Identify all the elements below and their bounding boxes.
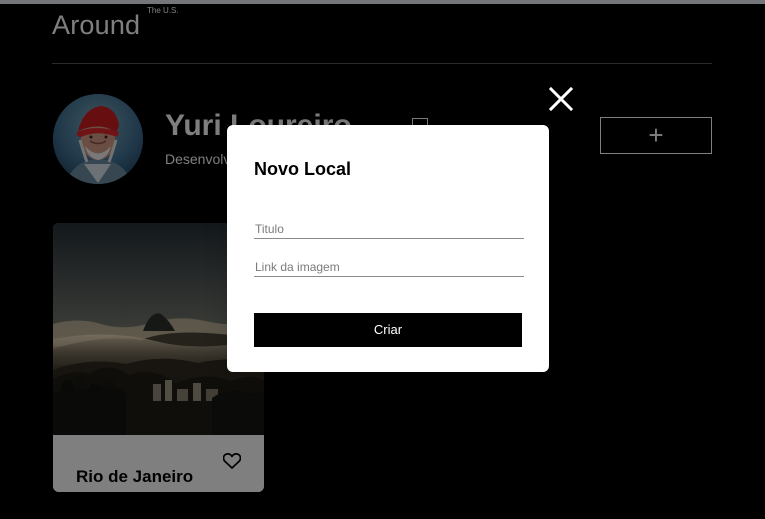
new-place-popup: Novo Local Criar	[227, 125, 549, 372]
close-icon	[548, 86, 574, 112]
title-input[interactable]	[254, 221, 524, 239]
close-button[interactable]	[548, 86, 574, 112]
page: Around The U.S. Yur	[0, 0, 765, 519]
create-button[interactable]: Criar	[254, 313, 522, 347]
image-link-input[interactable]	[254, 259, 524, 277]
popup-title: Novo Local	[254, 159, 352, 179]
